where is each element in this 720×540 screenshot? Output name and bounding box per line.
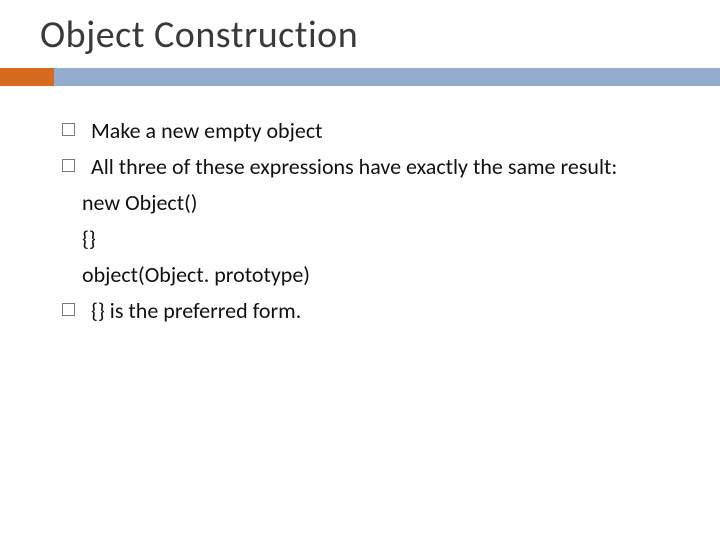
title-rule [0, 68, 720, 86]
accent-block [0, 68, 54, 86]
bullet-item: All three of these expressions have exac… [62, 150, 680, 184]
bullet-text: {} is the preferred form. [91, 294, 680, 328]
slide-content: Make a new empty object All three of the… [0, 86, 720, 329]
bullet-text: All three of these expressions have exac… [91, 150, 680, 184]
code-line: new Object() [62, 186, 680, 220]
bullet-text: Make a new empty object [91, 114, 680, 148]
code-line: object(Object. prototype) [62, 258, 680, 292]
square-bullet-icon [62, 123, 75, 136]
bullet-item: Make a new empty object [62, 114, 680, 148]
square-bullet-icon [62, 303, 75, 316]
bullet-item: {} is the preferred form. [62, 294, 680, 328]
code-line: {} [62, 222, 680, 256]
square-bullet-icon [62, 159, 75, 172]
slide-title: Object Construction [0, 0, 720, 68]
rule-bar [54, 68, 720, 86]
